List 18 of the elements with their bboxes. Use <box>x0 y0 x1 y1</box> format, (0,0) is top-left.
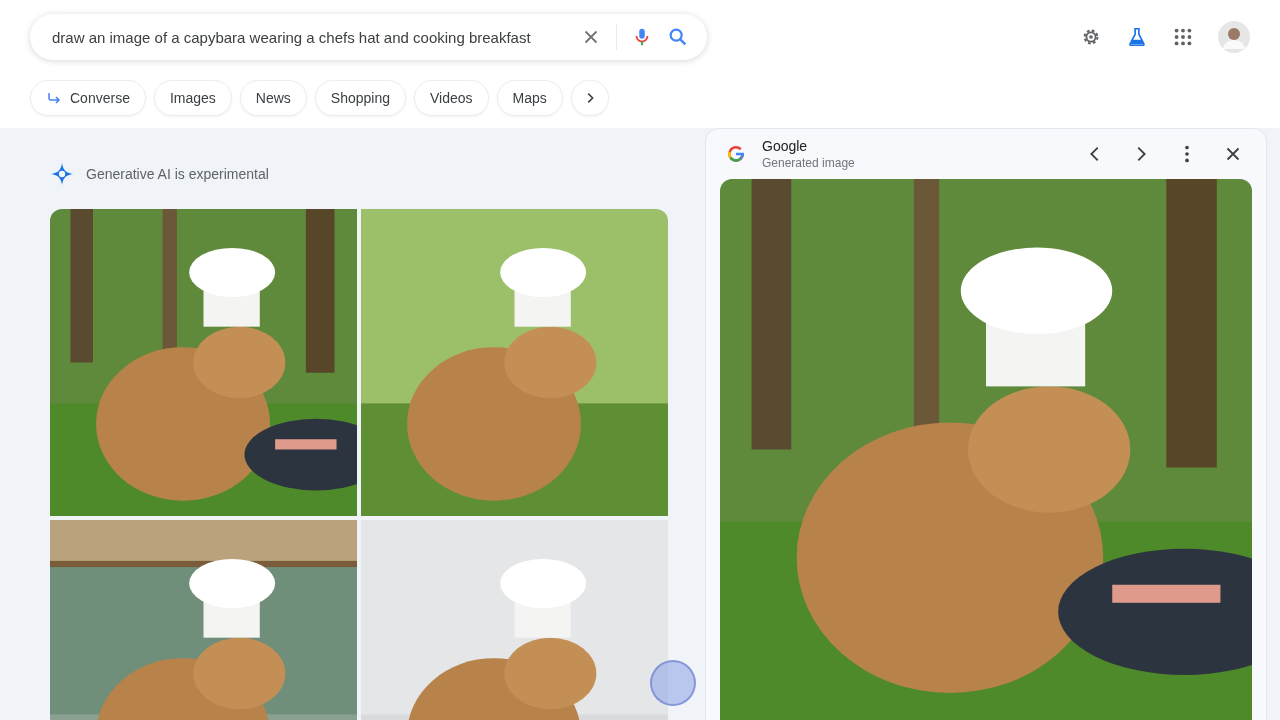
google-logo-icon <box>726 144 746 164</box>
search-icon[interactable] <box>667 26 689 48</box>
filter-chip[interactable]: Converse <box>30 80 146 116</box>
search-field[interactable]: draw an image of a capybara wearing a chefs hat and cooking breakfast <box>50 27 566 47</box>
flask-icon[interactable] <box>1126 26 1148 48</box>
filter-chip[interactable]: Maps <box>496 80 563 116</box>
filter-chip[interactable]: News <box>239 80 307 116</box>
source-name: Google <box>762 138 809 154</box>
touch-indicator <box>650 660 696 706</box>
avatar-icon[interactable] <box>1218 21 1250 53</box>
apps-icon[interactable] <box>1172 26 1194 48</box>
filter-chip[interactable]: Images <box>153 80 232 116</box>
ai-notice: Generative AI is experimental <box>86 166 269 182</box>
filter-chip[interactable]: Shopping <box>314 80 407 116</box>
turn-arrow-icon <box>46 90 62 106</box>
filter-chip[interactable]: Videos <box>414 80 489 116</box>
sparkle-icon <box>50 162 74 186</box>
image-caption: Generated image <box>762 156 856 170</box>
